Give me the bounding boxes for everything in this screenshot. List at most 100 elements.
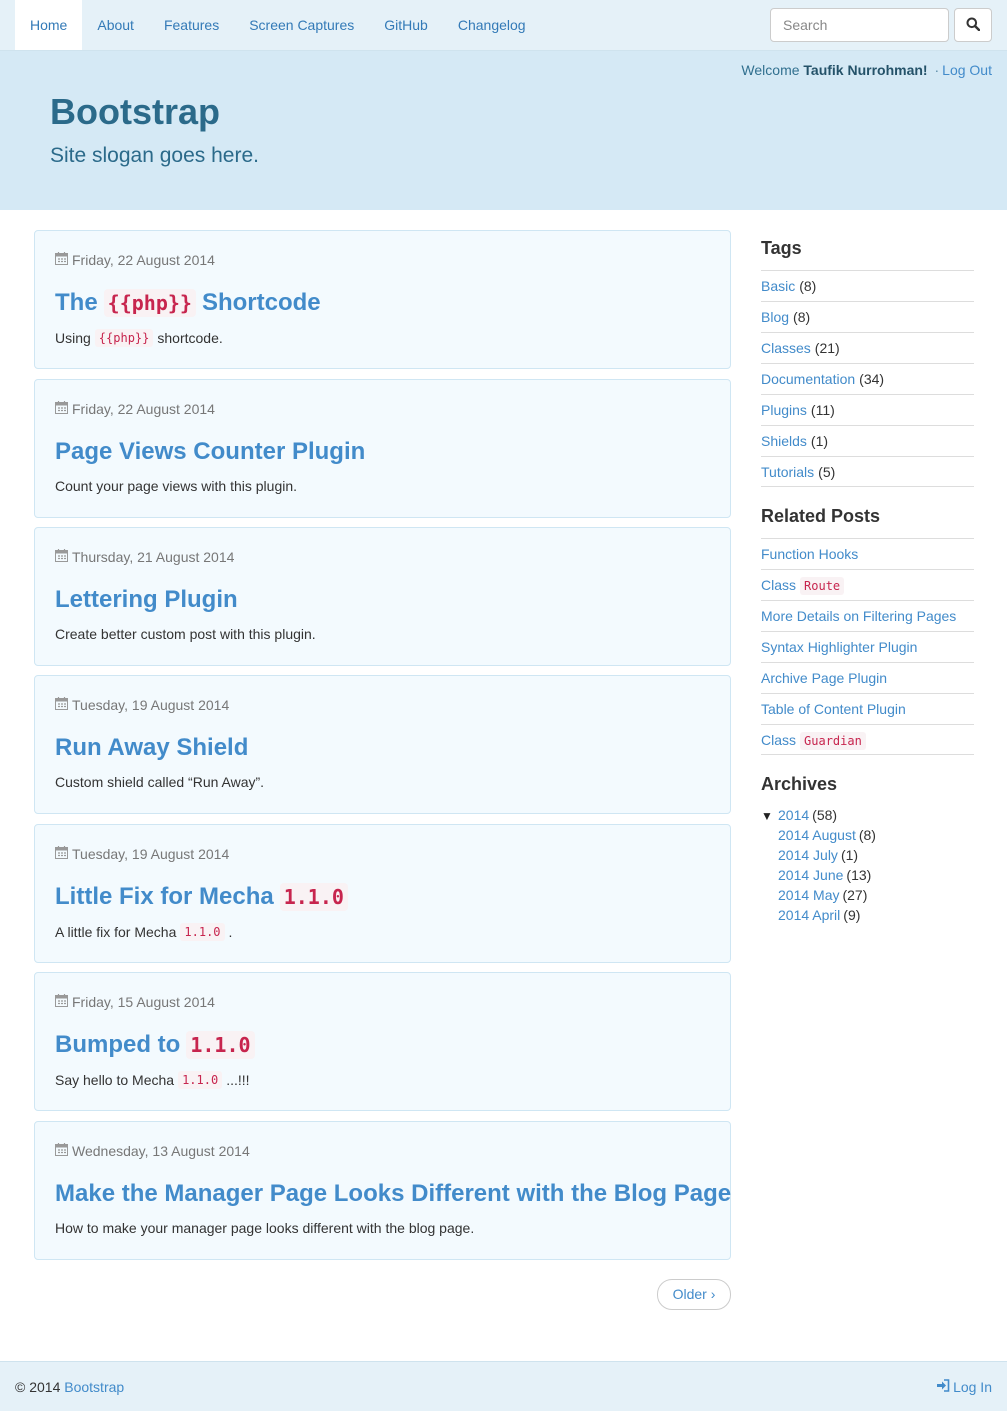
post-title-link[interactable]: Run Away Shield [55,734,248,762]
tag-count: (11) [810,402,835,418]
archive-month-link[interactable]: 2014 August [778,827,856,843]
post-date-text: Friday, 15 August 2014 [72,994,215,1010]
related-post-code: Route [800,577,845,595]
post-title-link[interactable]: Little Fix for Mecha 1.1.0 [55,883,348,911]
nav-item-home[interactable]: Home [15,0,83,50]
separator: · [934,62,940,78]
post-title-link[interactable]: Page Views Counter Plugin [55,438,365,466]
related-post-link[interactable]: Class Route [761,577,845,595]
tags-list: Basic (8) Blog (8) Classes (21) Documentation(… [761,270,974,487]
post-excerpt-code: {{php}} [94,329,154,347]
tag-link[interactable]: Basic [761,278,795,294]
post-excerpt: A little fix for Mecha 1.1.0. [55,923,232,941]
archive-year-link[interactable]: 2014 [778,807,809,823]
tag-item: Blog (8) [761,301,974,332]
related-post-link[interactable]: Function Hooks [761,546,858,562]
archive-month-link[interactable]: 2014 July [778,847,838,863]
calendar-icon [55,697,72,713]
archives-heading: Archives [761,774,838,794]
tag-link[interactable]: Plugins [761,402,807,418]
archive-month-link[interactable]: 2014 April [778,907,840,923]
archives-list: ▼ 2014 (58) 2014 August (8) 2014 July (1) 2014… [761,805,974,925]
related-post-link[interactable]: More Details on Filtering Pages [761,608,956,624]
tag-count: (1) [810,433,829,449]
post-title-link[interactable]: Make the Manager Page Looks Different wi… [55,1180,731,1208]
copyright-text: © 2014 [15,1379,61,1395]
tag-link[interactable]: Documentation [761,371,855,387]
post-date: Friday, 15 August 2014 [55,994,215,1010]
archive-month-link[interactable]: 2014 June [778,867,843,883]
site-title: Bootstrap [50,91,220,132]
welcome-prefix: Welcome [741,62,800,78]
nav-item-about[interactable]: About [82,0,149,50]
post-card: Friday, 22 August 2014 The {{php}} Shortcod… [34,230,731,369]
tag-link[interactable]: Blog [761,309,789,325]
post-excerpt-suffix: . [228,924,233,940]
related-post-link[interactable]: Class Guardian [761,732,866,750]
archive-month-count: (8) [858,827,876,843]
tag-item: Classes (21) [761,332,974,363]
related-post-text: Function Hooks [761,546,859,562]
post-card: Wednesday, 13 August 2014 Make the Manage… [34,1121,731,1260]
search-input[interactable] [770,8,949,42]
post-excerpt-text: Count your page views with this plugin. [55,478,298,494]
post-title-link[interactable]: Lettering Plugin [55,586,238,614]
archive-month-link[interactable]: 2014 May [778,887,839,903]
related-posts-heading: Related Posts [761,506,881,526]
post-title-link[interactable]: The {{php}} Shortcode [55,289,321,317]
footer-site-link[interactable]: Bootstrap [64,1379,124,1395]
post-excerpt-text: How to make your manager page looks diff… [55,1220,475,1236]
post-date-text: Thursday, 21 August 2014 [72,549,235,565]
related-post-link[interactable]: Syntax Highlighter Plugin [761,639,917,655]
calendar-icon [55,994,72,1010]
collapse-toggle-icon[interactable]: ▼ [761,806,778,826]
post-title-link[interactable]: Bumped to 1.1.0 [55,1031,255,1059]
post-excerpt: Custom shield called “Run Away”. [55,774,264,790]
post-card: Tuesday, 19 August 2014 Little Fix for Me… [34,824,731,963]
post-title-text: Make the Manager Page Looks Different wi… [55,1180,732,1207]
logout-link[interactable]: Log Out [942,62,992,78]
tag-link[interactable]: Shields [761,433,807,449]
calendar-icon [55,401,72,417]
related-post-item: Function Hooks [761,538,974,569]
post-title-code: 1.1.0 [279,883,348,911]
archive-month: 2014 July (1) [761,845,974,865]
tag-item: Documentation (34) [761,363,974,394]
post-excerpt-code: 1.1.0 [180,923,225,941]
post-title-text: Run Away Shield [55,734,249,761]
post-excerpt-suffix: ...!!! [226,1072,250,1088]
nav-item-github[interactable]: GitHub [369,0,443,50]
calendar-icon [55,252,72,268]
post-date: Tuesday, 19 August 2014 [55,697,229,713]
related-post-text: Class [761,732,797,748]
post-excerpt: Say hello to Mecha 1.1.0...!!! [55,1071,250,1089]
archive-month: 2014 May (27) [761,885,974,905]
site-slogan: Site slogan goes here. [50,144,259,167]
nav-item-screen-captures[interactable]: Screen Captures [234,0,369,50]
tag-link[interactable]: Classes [761,340,811,356]
login-label: Log In [953,1379,992,1395]
tag-item: Basic (8) [761,270,974,301]
post-excerpt-text: A little fix for Mecha [55,924,177,940]
nav-item-features[interactable]: Features [149,0,234,50]
archive-month: 2014 August (8) [761,825,974,845]
search-button[interactable] [954,8,992,42]
related-post-link[interactable]: Table of Content Plugin [761,701,906,717]
sign-in-icon [936,1379,953,1395]
post-excerpt-text: Create better custom post with this plug… [55,626,316,642]
archive-year-count: (58) [812,807,838,823]
tag-count: (21) [814,340,840,356]
post-card: Friday, 22 August 2014 Page Views Counter… [34,379,731,518]
tag-link[interactable]: Tutorials [761,464,814,480]
related-post-text: Archive Page Plugin [761,670,888,686]
older-posts-button[interactable]: Older › [657,1279,731,1310]
post-date: Thursday, 21 August 2014 [55,549,234,565]
tag-item: Plugins (11) [761,394,974,425]
post-date: Friday, 22 August 2014 [55,401,215,417]
login-link[interactable]: Log In [936,1379,992,1395]
post-title-code: 1.1.0 [186,1031,255,1059]
related-post-link[interactable]: Archive Page Plugin [761,670,887,686]
post-excerpt: Using {{php}} shortcode. [55,329,223,347]
nav-item-changelog[interactable]: Changelog [443,0,541,50]
related-post-item: Syntax Highlighter Plugin [761,631,974,662]
